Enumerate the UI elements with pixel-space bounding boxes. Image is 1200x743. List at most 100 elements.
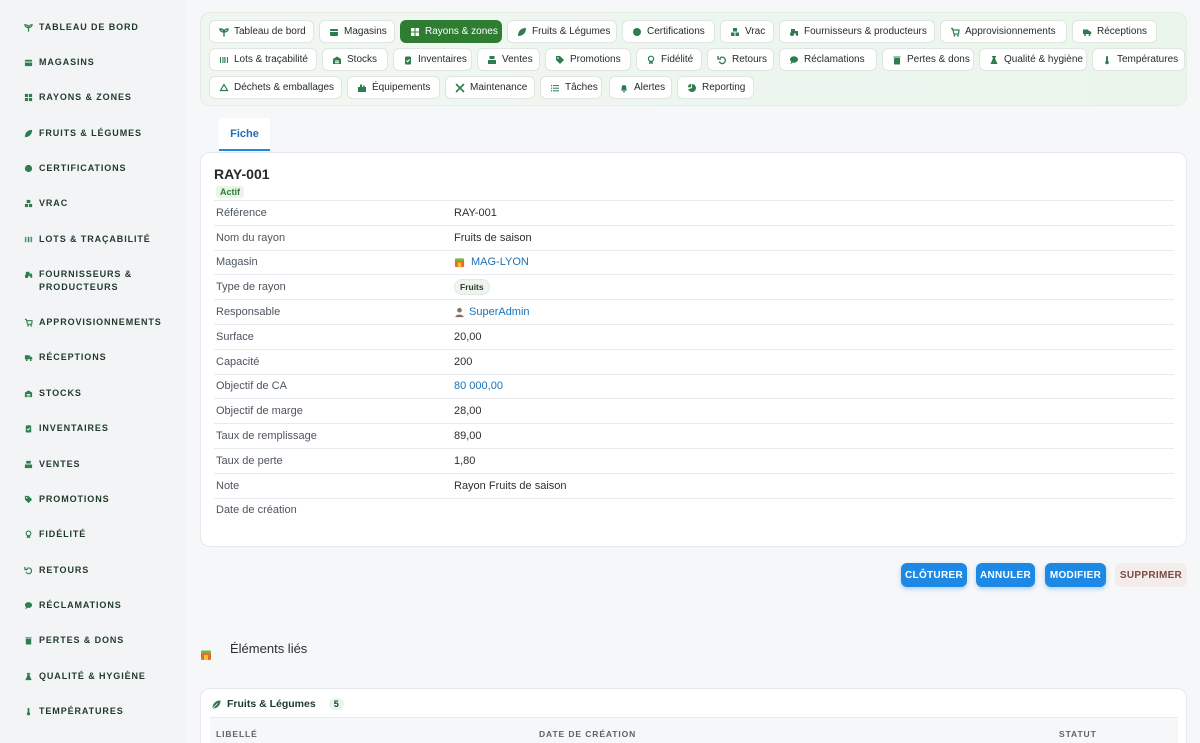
nav-chip-reclamations[interactable]: Réclamations <box>779 48 877 71</box>
sidebar-item-fruits-legumes[interactable]: Fruits & Légumes <box>24 127 179 140</box>
nav-chip-retours[interactable]: Retours <box>707 48 774 71</box>
sidebar-item-approvisionnements[interactable]: Approvisionnements <box>24 316 179 329</box>
nav-chip-tableau-de-bord[interactable]: Tableau de bord <box>209 20 314 43</box>
sidebar-item-receptions[interactable]: Réceptions <box>24 351 179 364</box>
badge-icon <box>632 27 642 37</box>
sidebar-item-label: Températures <box>39 706 124 716</box>
nav-chip-vrac[interactable]: Vrac <box>720 20 774 43</box>
store-link[interactable]: MAG-LYON <box>454 256 529 268</box>
truck-icon <box>1082 27 1092 37</box>
sidebar-item-promotions[interactable]: Promotions <box>24 493 179 506</box>
sidebar-item-label: Inventaires <box>39 423 109 433</box>
field-row-objectif-de-ca: Objectif de CA 80 000,00 <box>214 373 1174 399</box>
column-header-date[interactable]: DATE DE CRÉATION <box>539 729 636 739</box>
sidebar-item-label: Magasins <box>39 57 95 67</box>
sidebar-item-ventes[interactable]: Ventes <box>24 458 179 471</box>
nav-chip-pertes-dons[interactable]: Pertes & dons <box>882 48 974 71</box>
nav-chip-certifications[interactable]: Certifications <box>622 20 715 43</box>
sidebar-item-inventaires[interactable]: Inventaires <box>24 422 179 435</box>
field-label: Note <box>216 479 240 492</box>
user-link-text[interactable]: SuperAdmin <box>469 306 530 318</box>
nav-chip-label: Lots & traçabilité <box>234 54 308 65</box>
nav-chip-label: Réceptions <box>1097 26 1148 37</box>
nav-chip-lots-tracabilite[interactable]: Lots & traçabilité <box>209 48 317 71</box>
field-value: Fruits de saison <box>454 231 532 244</box>
tag-icon <box>24 495 33 504</box>
table-header: LIBELLÉ DATE DE CRÉATION STATUT <box>210 717 1178 743</box>
nav-chip-label: Pertes & dons <box>907 54 970 65</box>
nav-chip-label: Vrac <box>745 26 766 37</box>
close-button[interactable]: CLÔTURER <box>901 563 967 587</box>
field-label: Taux de remplissage <box>216 430 317 443</box>
nav-chip-reporting[interactable]: Reporting <box>677 76 754 99</box>
sidebar-item-retours[interactable]: Retours <box>24 564 179 577</box>
sidebar-item-stocks[interactable]: Stocks <box>24 387 179 400</box>
nav-chip-qualite-hygiene[interactable]: Qualité & hygiène <box>979 48 1087 71</box>
sidebar-item-label: Qualité & hygiène <box>39 671 146 681</box>
column-header-libelle[interactable]: LIBELLÉ <box>216 729 258 739</box>
nav-chip-inventaires[interactable]: Inventaires <box>393 48 472 71</box>
pie-chart-icon <box>687 83 697 93</box>
nav-chip-label: Certifications <box>647 26 705 37</box>
nav-chip-label: Reporting <box>702 82 746 93</box>
sidebar-item-label: Réclamations <box>39 600 122 610</box>
sidebar-item-fidelite[interactable]: Fidélité <box>24 528 179 541</box>
field-label: Capacité <box>216 355 260 368</box>
leaf-icon <box>211 699 222 710</box>
nav-chip-dechets-emballages[interactable]: Déchets & emballages <box>209 76 342 99</box>
cash-register-icon <box>487 55 497 65</box>
nav-chip-label: Stocks <box>347 54 378 65</box>
nav-chip-receptions[interactable]: Réceptions <box>1072 20 1157 43</box>
sidebar-item-lots-tracabilite[interactable]: Lots & traçabilité <box>24 233 179 246</box>
column-header-statut[interactable]: STATUT <box>1059 729 1097 739</box>
sidebar-item-magasins[interactable]: Magasins <box>24 56 179 69</box>
field-row-note: Note Rayon Fruits de saison <box>214 472 1174 498</box>
sidebar-item-vrac[interactable]: Vrac <box>24 197 179 210</box>
nav-chip-fruits-legumes[interactable]: Fruits & Légumes <box>507 20 617 43</box>
field-label: Nom du rayon <box>216 231 286 244</box>
field-row-responsable: Responsable SuperAdmin <box>214 299 1174 324</box>
nav-chip-temperatures[interactable]: Températures <box>1092 48 1185 71</box>
nav-chip-label: Maintenance <box>470 82 528 93</box>
cancel-button[interactable]: ANNULER <box>976 563 1035 587</box>
record-title: RAY-001 <box>214 166 270 182</box>
nav-chip-taches[interactable]: Tâches <box>540 76 602 99</box>
sidebar-item-label: Ventes <box>39 459 81 469</box>
nav-chip-magasins[interactable]: Magasins <box>319 20 395 43</box>
nav-chip-rayons-zones[interactable]: Rayons & zones <box>400 20 502 43</box>
store-icon <box>24 58 33 67</box>
nav-chip-label: Promotions <box>570 54 621 65</box>
field-label: Objectif de CA <box>216 380 287 393</box>
tab-fiche[interactable]: Fiche <box>219 118 270 151</box>
nav-chip-promotions[interactable]: Promotions <box>545 48 631 71</box>
nav-chip-label: Réclamations <box>804 54 865 65</box>
cart-icon <box>950 27 960 37</box>
user-link[interactable]: SuperAdmin <box>454 306 530 318</box>
sidebar-item-certifications[interactable]: Certifications <box>24 162 179 175</box>
nav-chip-label: Équipements <box>372 82 431 93</box>
sidebar-item-label: Fidélité <box>39 529 87 539</box>
nav-chip-alertes[interactable]: Alertes <box>609 76 672 99</box>
sidebar-item-qualite-hygiene[interactable]: Qualité & hygiène <box>24 670 179 683</box>
nav-chip-label: Tâches <box>565 82 598 93</box>
sidebar-item-pertes-dons[interactable]: Pertes & dons <box>24 634 179 647</box>
nav-chip-label: Fidélité <box>661 54 694 65</box>
sidebar-item-tableau-de-bord[interactable]: Tableau de bord <box>24 21 179 34</box>
field-value: Fruits <box>454 279 490 296</box>
store-link-text[interactable]: MAG-LYON <box>471 256 529 268</box>
nav-chip-maintenance[interactable]: Maintenance <box>445 76 535 99</box>
nav-chip-fournisseurs-producteurs[interactable]: Fournisseurs & producteurs <box>779 20 935 43</box>
sidebar-item-temperatures[interactable]: Températures <box>24 705 179 718</box>
sidebar-item-fournisseurs-producteurs[interactable]: Fournisseurs & producteurs <box>24 268 179 294</box>
sidebar-item-rayons-zones[interactable]: Rayons & zones <box>24 91 179 104</box>
nav-chip-approvisionnements[interactable]: Approvisionnements <box>940 20 1067 43</box>
sidebar-item-reclamations[interactable]: Réclamations <box>24 599 179 612</box>
edit-button[interactable]: MODIFIER <box>1045 563 1106 587</box>
nav-chip-ventes[interactable]: Ventes <box>477 48 540 71</box>
nav-chip-equipements[interactable]: Équipements <box>347 76 440 99</box>
delete-button[interactable]: SUPPRIMER <box>1115 563 1187 587</box>
nav-chip-fidelite[interactable]: Fidélité <box>636 48 702 71</box>
linked-fruits-header[interactable]: Fruits & Légumes 5 <box>211 698 344 710</box>
nav-chip-stocks[interactable]: Stocks <box>322 48 388 71</box>
status-badge: Actif <box>216 186 244 198</box>
